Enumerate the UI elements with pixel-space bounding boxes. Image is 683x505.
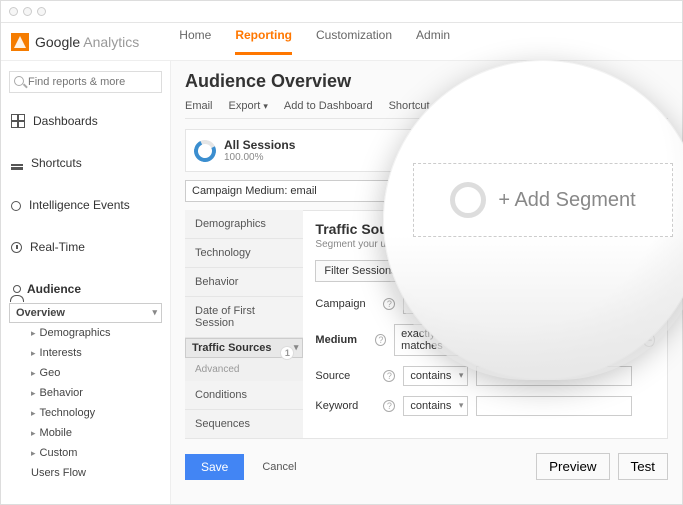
sidebar-sub-mobile[interactable]: ▸Mobile bbox=[9, 423, 162, 443]
toolbar-email[interactable]: Email bbox=[185, 100, 213, 112]
row-keyword: Keyword ? contains bbox=[315, 396, 655, 416]
sidebar-intel[interactable]: Intelligence Events bbox=[9, 191, 162, 219]
search-icon bbox=[14, 76, 24, 86]
help-icon[interactable]: ? bbox=[383, 298, 395, 310]
cat-conditions[interactable]: Conditions bbox=[185, 381, 303, 410]
cat-behavior[interactable]: Behavior bbox=[185, 268, 303, 297]
cat-demographics[interactable]: Demographics bbox=[185, 210, 303, 239]
sidebar-sub-behavior[interactable]: ▸Behavior bbox=[9, 383, 162, 403]
cat-datefirst[interactable]: Date of First Session bbox=[185, 297, 303, 338]
keyword-operator[interactable]: contains bbox=[403, 396, 468, 416]
brand-text: Google Analytics bbox=[35, 34, 139, 50]
search-input[interactable] bbox=[9, 71, 162, 93]
donut-icon bbox=[191, 136, 219, 164]
toolbar-add-dashboard[interactable]: Add to Dashboard bbox=[284, 100, 373, 112]
add-segment-callout[interactable]: + Add Segment bbox=[413, 163, 673, 237]
nav-admin[interactable]: Admin bbox=[416, 28, 450, 55]
caret-icon: ▸ bbox=[31, 448, 36, 459]
toolbar-shortcut[interactable]: Shortcut bbox=[389, 100, 430, 112]
test-button[interactable]: Test bbox=[618, 453, 668, 480]
sidebar-audience[interactable]: Audience bbox=[9, 275, 162, 303]
traffic-light-close[interactable] bbox=[9, 7, 18, 16]
sidebar-sub-demographics[interactable]: ▸Demographics bbox=[9, 323, 162, 343]
person-icon bbox=[13, 285, 21, 293]
sidebar-sub-geo[interactable]: ▸Geo bbox=[9, 363, 162, 383]
preview-button[interactable]: Preview bbox=[536, 453, 609, 480]
keyword-value-input[interactable] bbox=[476, 396, 632, 416]
cat-traffic[interactable]: Traffic Sources 1 bbox=[185, 338, 303, 358]
sidebar-shortcuts-label: Shortcuts bbox=[31, 156, 82, 170]
sidebar-sub-overview[interactable]: Overview bbox=[9, 303, 162, 323]
main-nav: Home Reporting Customization Admin bbox=[179, 28, 450, 55]
sidebar-realtime-label: Real-Time bbox=[30, 240, 85, 254]
sidebar-realtime[interactable]: Real-Time bbox=[9, 233, 162, 261]
top-bar: Google Analytics Home Reporting Customiz… bbox=[1, 23, 682, 61]
source-operator[interactable]: contains bbox=[403, 366, 468, 386]
caret-icon: ▸ bbox=[31, 348, 36, 359]
shortcuts-icon bbox=[11, 164, 23, 170]
magnifier-overlay: + Add Segment bbox=[383, 60, 683, 380]
cat-traffic-label: Traffic Sources bbox=[192, 342, 271, 354]
help-icon[interactable]: ? bbox=[383, 400, 395, 412]
add-segment-text: + Add Segment bbox=[498, 189, 635, 212]
caret-icon: ▸ bbox=[31, 368, 36, 379]
nav-reporting[interactable]: Reporting bbox=[235, 28, 292, 55]
chevron-down-icon: ▾ bbox=[263, 101, 268, 111]
window-titlebar bbox=[1, 1, 682, 23]
caret-icon: ▸ bbox=[31, 328, 36, 339]
ga-logo-icon bbox=[11, 33, 29, 51]
help-icon[interactable]: ? bbox=[383, 370, 395, 382]
sidebar-sub-usersflow[interactable]: Users Flow bbox=[9, 463, 162, 483]
caret-icon: ▸ bbox=[31, 408, 36, 419]
left-sidebar: Dashboards Shortcuts Intelligence Events bbox=[1, 61, 171, 504]
cat-traffic-badge: 1 bbox=[280, 346, 294, 360]
sidebar-sub-custom[interactable]: ▸Custom bbox=[9, 443, 162, 463]
action-buttons: Save Cancel Preview Test bbox=[185, 453, 668, 480]
segment-ring-icon bbox=[450, 182, 486, 218]
sidebar-sub-technology[interactable]: ▸Technology bbox=[9, 403, 162, 423]
traffic-light-max[interactable] bbox=[37, 7, 46, 16]
sidebar-audience-label: Audience bbox=[27, 282, 81, 296]
save-button[interactable]: Save bbox=[185, 454, 244, 480]
traffic-light-min[interactable] bbox=[23, 7, 32, 16]
segment-category-list: Demographics Technology Behavior Date of… bbox=[185, 210, 303, 439]
sessions-pct: 100.00% bbox=[224, 152, 295, 163]
bulb-icon bbox=[11, 201, 21, 211]
sidebar-sub-interests[interactable]: ▸Interests bbox=[9, 343, 162, 363]
label-keyword: Keyword bbox=[315, 400, 375, 412]
caret-icon: ▸ bbox=[31, 388, 36, 399]
sidebar-dashboards-label: Dashboards bbox=[33, 114, 98, 128]
label-medium: Medium bbox=[315, 334, 367, 346]
dashboards-icon bbox=[11, 114, 25, 128]
caret-icon: ▸ bbox=[31, 428, 36, 439]
toolbar-export[interactable]: Export ▾ bbox=[229, 100, 268, 112]
sidebar-intel-label: Intelligence Events bbox=[29, 198, 130, 212]
help-icon[interactable]: ? bbox=[375, 334, 386, 346]
cat-sequences[interactable]: Sequences bbox=[185, 410, 303, 439]
label-campaign: Campaign bbox=[315, 298, 375, 310]
sessions-title: All Sessions bbox=[224, 138, 295, 152]
cat-advanced-header: Advanced bbox=[185, 358, 303, 381]
cat-technology[interactable]: Technology bbox=[185, 239, 303, 268]
clock-icon bbox=[11, 242, 22, 253]
label-source: Source bbox=[315, 370, 375, 382]
sidebar-shortcuts[interactable]: Shortcuts bbox=[9, 149, 162, 177]
nav-customization[interactable]: Customization bbox=[316, 28, 392, 55]
cancel-button[interactable]: Cancel bbox=[254, 455, 304, 479]
sidebar-dashboards[interactable]: Dashboards bbox=[9, 107, 162, 135]
nav-home[interactable]: Home bbox=[179, 28, 211, 55]
